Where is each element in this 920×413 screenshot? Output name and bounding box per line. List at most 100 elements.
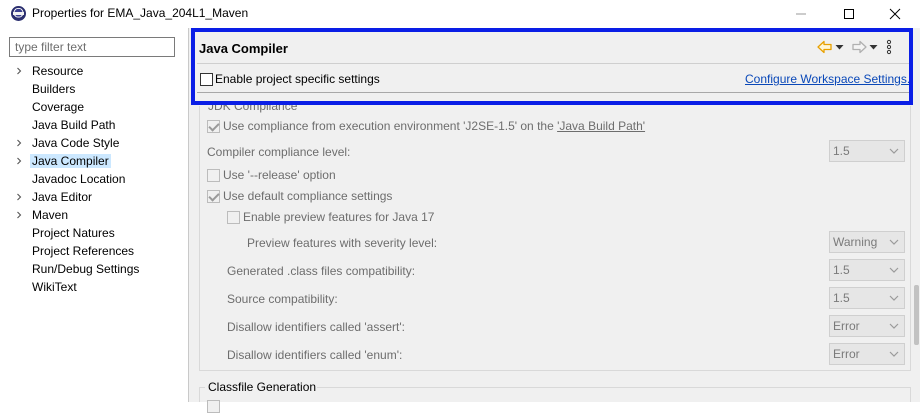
chevron-right-icon[interactable] xyxy=(15,67,23,75)
tree-item[interactable]: Maven xyxy=(0,206,188,224)
page-title: Java Compiler xyxy=(199,41,288,56)
preview-features-label: Enable preview features for Java 17 xyxy=(243,210,435,224)
history-nav xyxy=(817,39,892,55)
scrollbar-thumb[interactable] xyxy=(914,285,919,345)
tree-item[interactable]: Javadoc Location xyxy=(0,170,188,188)
chevron-down-icon xyxy=(889,239,899,245)
chevron-down-icon xyxy=(889,351,899,357)
classfile-group-border-top-right xyxy=(317,387,911,388)
tree-item-label: Resource xyxy=(32,64,84,78)
tree-item-label: Javadoc Location xyxy=(32,172,126,186)
compliance-level-value: 1.5 xyxy=(833,144,850,158)
jdk-group-border-bottom xyxy=(199,370,911,371)
tree-item-label: Project References xyxy=(32,244,135,258)
eclipse-icon xyxy=(11,6,26,21)
tree-item-label: Coverage xyxy=(32,100,85,114)
tree-item[interactable]: Java Compiler xyxy=(0,152,188,170)
compliance-level-label: Compiler compliance level: xyxy=(207,145,351,159)
tree-item-label: Run/Debug Settings xyxy=(32,262,140,276)
chevron-down-icon xyxy=(889,323,899,329)
java-compiler-page: Java Compiler Enable project specific se… xyxy=(189,28,920,413)
chevron-right-icon[interactable] xyxy=(15,211,23,219)
configure-workspace-settings-link[interactable]: Configure Workspace Settings... xyxy=(745,72,917,86)
preview-severity-value: Warning xyxy=(833,235,878,249)
property-tree-pane: Resource Builders Coverage Java Build Path J… xyxy=(0,28,188,402)
source-compat-value: 1.5 xyxy=(833,291,850,305)
close-button[interactable] xyxy=(872,0,918,28)
assert-select[interactable]: Error xyxy=(829,315,905,337)
property-tree: Resource Builders Coverage Java Build Path J… xyxy=(0,62,188,296)
tree-item-label: Maven xyxy=(32,208,69,222)
forward-arrow-icon[interactable] xyxy=(851,40,867,54)
classfile-group-border-left xyxy=(199,387,200,402)
maximize-button[interactable] xyxy=(826,0,872,28)
tree-item[interactable]: Java Code Style xyxy=(0,134,188,152)
class-compat-label: Generated .class files compatibility: xyxy=(227,264,416,278)
preview-severity-label: Preview features with severity level: xyxy=(247,236,438,250)
classfile-group-border-right xyxy=(910,387,911,402)
default-compliance-checkbox[interactable] xyxy=(207,190,220,203)
minimize-button[interactable] xyxy=(778,0,824,28)
class-compat-value: 1.5 xyxy=(833,263,850,277)
chevron-down-icon xyxy=(889,267,899,273)
window-title: Properties for EMA_Java_204L1_Maven xyxy=(32,6,249,20)
use-compliance-label: Use compliance from execution environmen… xyxy=(223,119,645,133)
tree-item[interactable]: WikiText xyxy=(0,278,188,296)
default-compliance-label: Use default compliance settings xyxy=(223,189,393,203)
tree-item-label: Builders xyxy=(32,82,76,96)
view-menu-icon[interactable] xyxy=(886,39,892,55)
tree-item[interactable]: Java Build Path xyxy=(0,116,188,134)
tree-item[interactable]: Coverage xyxy=(0,98,188,116)
compliance-level-select[interactable]: 1.5 xyxy=(829,140,905,162)
chevron-down-icon xyxy=(889,148,899,154)
chevron-down-icon xyxy=(889,295,899,301)
filter-input[interactable] xyxy=(9,37,175,57)
tree-item-label: Java Compiler xyxy=(30,154,111,168)
chevron-right-icon[interactable] xyxy=(15,139,23,147)
close-icon xyxy=(889,8,901,20)
header-separator xyxy=(197,63,913,64)
enum-select[interactable]: Error xyxy=(829,343,905,365)
tree-item[interactable]: Project References xyxy=(0,242,188,260)
jdk-group-border-left xyxy=(199,106,200,370)
java-build-path-link[interactable]: 'Java Build Path' xyxy=(557,119,645,133)
classfile-generation-group-title: Classfile Generation xyxy=(208,380,317,394)
tree-item[interactable]: Java Editor xyxy=(0,188,188,206)
source-compat-select[interactable]: 1.5 xyxy=(829,287,905,309)
release-option-checkbox[interactable] xyxy=(207,169,220,182)
preview-features-checkbox[interactable] xyxy=(227,211,240,224)
tree-item[interactable]: Resource xyxy=(0,62,188,80)
maximize-icon xyxy=(844,9,854,19)
chevron-right-icon[interactable] xyxy=(15,193,23,201)
use-compliance-text: Use compliance from execution environmen… xyxy=(223,119,558,133)
jdk-compliance-group-title: JDK Compliance xyxy=(208,99,298,113)
tree-item-label: Java Editor xyxy=(32,190,93,204)
tree-item-label: Java Build Path xyxy=(32,118,116,132)
back-dropdown-icon[interactable] xyxy=(835,44,844,50)
assert-label: Disallow identifiers called 'assert': xyxy=(227,320,405,334)
tree-item-label: Project Natures xyxy=(32,226,115,240)
jdk-group-border-right xyxy=(910,106,911,370)
vertical-scrollbar[interactable] xyxy=(912,28,920,402)
title-bar: Properties for EMA_Java_204L1_Maven xyxy=(0,0,920,28)
class-compat-select[interactable]: 1.5 xyxy=(829,259,905,281)
tree-item[interactable]: Project Natures xyxy=(0,224,188,242)
back-arrow-icon[interactable] xyxy=(817,40,833,54)
tree-item-label: Java Code Style xyxy=(32,136,120,150)
tree-item[interactable]: Run/Debug Settings xyxy=(0,260,188,278)
tree-item-label: WikiText xyxy=(32,280,77,294)
enum-value: Error xyxy=(833,347,860,361)
preview-severity-select[interactable]: Warning xyxy=(829,231,905,253)
tree-item[interactable]: Builders xyxy=(0,80,188,98)
release-option-label: Use '--release' option xyxy=(223,168,336,182)
settings-separator xyxy=(197,92,913,93)
minimize-icon xyxy=(796,13,806,15)
assert-value: Error xyxy=(833,319,860,333)
chevron-right-icon[interactable] xyxy=(15,157,23,165)
enum-label: Disallow identifiers called 'enum': xyxy=(227,348,403,362)
use-compliance-checkbox[interactable] xyxy=(207,120,220,133)
enable-project-specific-checkbox[interactable] xyxy=(200,73,213,86)
forward-dropdown-icon[interactable] xyxy=(869,44,878,50)
enable-project-specific-label: Enable project specific settings xyxy=(215,72,380,86)
source-compat-label: Source compatibility: xyxy=(227,292,338,306)
